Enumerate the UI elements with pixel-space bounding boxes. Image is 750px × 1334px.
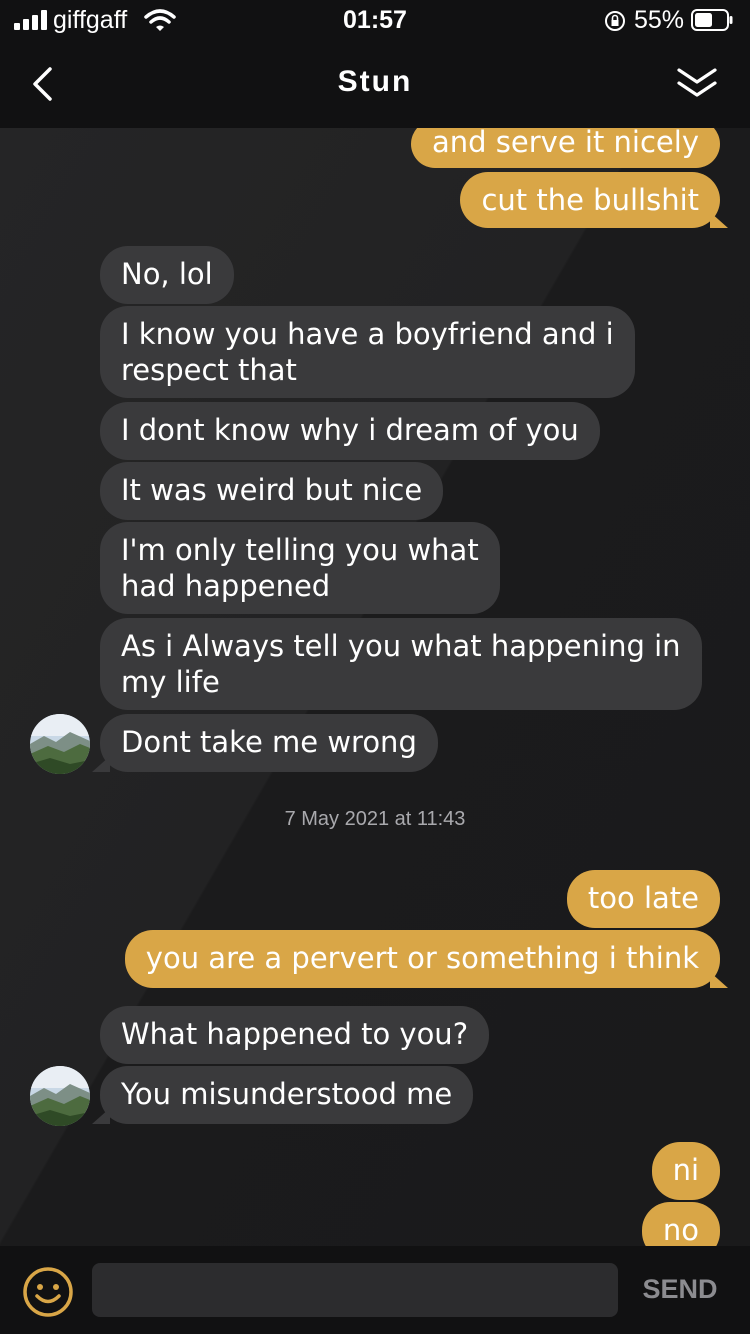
battery-percent: 55% [634, 6, 685, 34]
message-text-line: had happened [121, 569, 331, 603]
orientation-lock-icon [605, 11, 625, 31]
message-bubble-incoming[interactable]: You misunderstood me [100, 1066, 474, 1124]
message-bubble-outgoing[interactable]: and serve it nicely [411, 128, 720, 168]
message-bubble-outgoing[interactable]: no [641, 1202, 720, 1246]
message-text: too late [587, 881, 699, 915]
double-chevron-down-icon[interactable] [672, 62, 722, 106]
message-text-line: respect that [121, 353, 297, 387]
message-timestamp: 7 May 2021 at 11:43 [284, 808, 466, 830]
message-bubble-outgoing[interactable]: too late [566, 870, 720, 928]
message-text-line: I know you have a boyfriend and i [121, 317, 614, 351]
landscape-photo-icon [30, 714, 90, 774]
message-text: ni [672, 1153, 699, 1187]
message-text-line: my life [121, 665, 220, 699]
send-button[interactable]: SEND [630, 1274, 730, 1305]
message-bubble-incoming[interactable]: I know you have a boyfriend and i respec… [100, 306, 635, 398]
message-bubble-incoming[interactable]: Dont take me wrong [100, 714, 438, 772]
message-bubble-incoming[interactable]: No, lol [100, 246, 234, 304]
message-text: you are a pervert or something i think [145, 941, 699, 975]
message-bubble-outgoing[interactable]: cut the bullshit [460, 172, 720, 228]
message-bubble-incoming[interactable]: I dont know why i dream of you [100, 402, 600, 460]
message-list[interactable]: and serve it nicely cut the bullshit No,… [0, 128, 750, 1246]
battery-icon [691, 9, 733, 31]
message-bubble-incoming[interactable]: It was weird but nice [100, 462, 444, 520]
message-bubble-incoming[interactable]: As i Always tell you what happening in m… [100, 618, 702, 710]
message-bubble-incoming[interactable]: I'm only telling you what had happened [100, 522, 500, 614]
contact-avatar[interactable] [30, 1066, 90, 1126]
chat-title: Stun [337, 65, 413, 98]
message-text: I dont know why i dream of you [121, 413, 579, 447]
smiley-icon[interactable] [22, 1266, 74, 1318]
contact-avatar[interactable] [30, 714, 90, 774]
message-text-line: As i Always tell you what happening in [121, 629, 681, 663]
message-text: What happened to you? [121, 1017, 469, 1051]
composer-bar: SEND [0, 1246, 750, 1334]
message-bubble-outgoing[interactable]: you are a pervert or something i think [124, 930, 720, 988]
landscape-photo-icon [30, 1066, 90, 1126]
message-text-line: I'm only telling you what [121, 533, 479, 567]
chat-header: Stun [0, 40, 750, 128]
message-text: cut the bullshit [481, 183, 699, 217]
message-bubble-outgoing[interactable]: ni [651, 1142, 720, 1200]
status-bar: giffgaff 01:57 55% [0, 0, 750, 40]
message-text: and serve it nicely [432, 128, 699, 159]
message-bubble-incoming[interactable]: What happened to you? [100, 1006, 490, 1064]
message-text: no [662, 1213, 699, 1246]
message-text: It was weird but nice [121, 473, 423, 507]
message-input[interactable] [92, 1263, 618, 1317]
message-text: Dont take me wrong [121, 725, 417, 759]
message-text: You misunderstood me [121, 1077, 453, 1111]
message-text: No, lol [121, 257, 213, 291]
